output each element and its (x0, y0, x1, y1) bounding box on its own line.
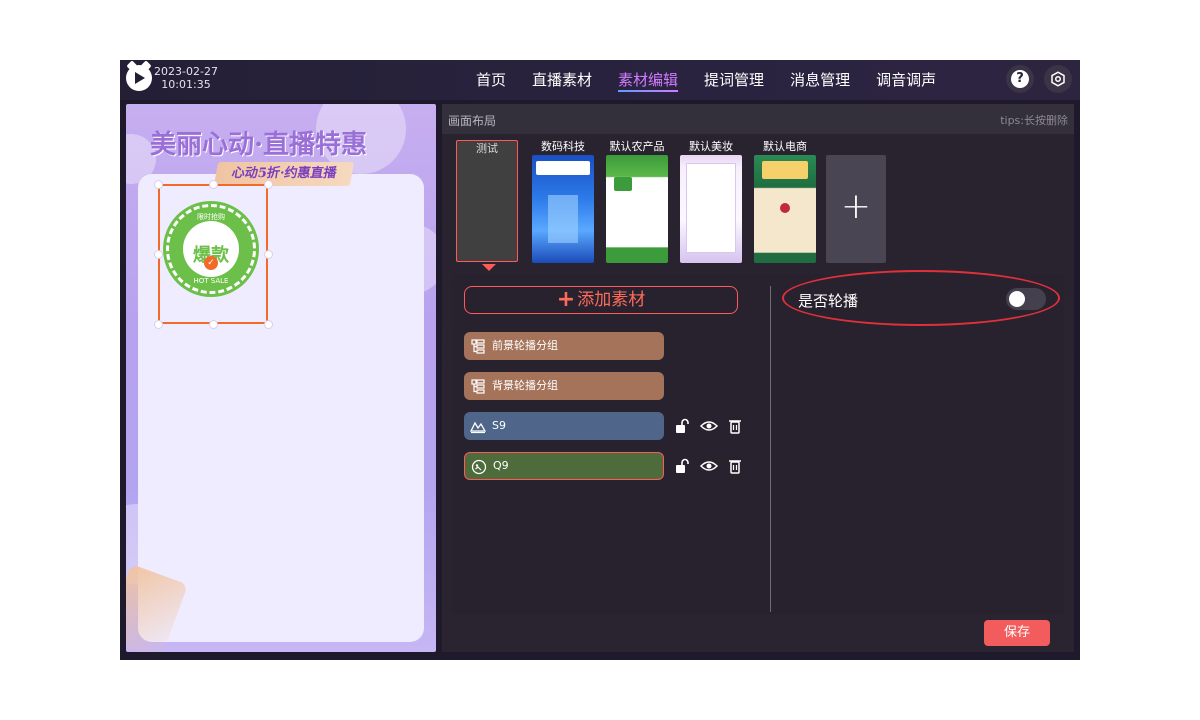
layout-name: 默认农产品 (609, 140, 665, 153)
unlock-icon[interactable] (672, 458, 694, 474)
live-preview: 美丽心动·直播特惠 心动5折·约惠直播 限时抢购 爆款 ✓ HOT SALE (126, 104, 436, 652)
layer-background-group[interactable]: 背景轮播分组 (464, 372, 664, 400)
resize-handle[interactable] (264, 250, 273, 259)
resize-handle[interactable] (209, 320, 218, 329)
settings-icon (1051, 71, 1065, 87)
save-button[interactable]: 保存 (984, 620, 1050, 646)
panel-header: 画面布局 tips:长按删除 (442, 104, 1074, 134)
layout-item-digital[interactable]: 数码科技 (532, 140, 594, 263)
add-material-button[interactable]: + 添加素材 (464, 286, 738, 314)
delete-icon[interactable] (724, 418, 746, 434)
column-divider (770, 286, 771, 612)
layer-foreground-group[interactable]: 前景轮播分组 (464, 332, 664, 360)
layer-q9[interactable]: Q9 (464, 452, 664, 480)
material-layers: + 添加素材 前景轮播分组 背景轮播分组 S9 Q9 (452, 274, 770, 614)
layout-item-ecommerce[interactable]: 默认电商 (754, 140, 816, 263)
image-icon (470, 421, 486, 434)
group-icon (471, 379, 485, 394)
resize-handle[interactable] (154, 320, 163, 329)
date-text: 2023-02-27 (154, 65, 218, 78)
sticker-icon (471, 459, 487, 475)
layout-item-farm[interactable]: 默认农产品 (606, 140, 668, 263)
carousel-label: 是否轮播 (798, 292, 859, 310)
nav-live-material[interactable]: 直播素材 (532, 60, 592, 100)
delete-icon[interactable] (724, 458, 746, 474)
resize-handle[interactable] (264, 320, 273, 329)
plus-icon: + (556, 287, 576, 312)
layer-label: S9 (492, 419, 506, 432)
main-nav: 首页 直播素材 素材编辑 提词管理 消息管理 调音调声 (476, 60, 962, 100)
nav-material-edit[interactable]: 素材编辑 (618, 60, 679, 100)
layout-thumb (456, 140, 518, 262)
layout-panel: 画面布局 tips:长按删除 测试 数码科技 默认农产品 默认美妆 默认电商 +… (442, 104, 1074, 652)
layout-thumb (680, 155, 742, 263)
layer-label: Q9 (493, 459, 509, 472)
layer-label: 背景轮播分组 (492, 379, 558, 392)
selected-caret-icon (482, 264, 496, 271)
nav-audio[interactable]: 调音调声 (876, 60, 936, 100)
question-icon: ? (1011, 70, 1029, 88)
resize-handle[interactable] (209, 180, 218, 189)
layout-thumb (754, 155, 816, 263)
nav-messages[interactable]: 消息管理 (790, 60, 850, 100)
unlock-icon[interactable] (672, 418, 694, 434)
top-bar: 2023-02-27 10:01:35 首页 直播素材 素材编辑 提词管理 消息… (120, 60, 1080, 100)
layer-s9-tools (672, 412, 750, 440)
hot-sale-badge[interactable]: 限时抢购 爆款 ✓ HOT SALE (166, 204, 256, 294)
resize-handle[interactable] (154, 250, 163, 259)
carousel-settings: 是否轮播 (782, 270, 1064, 334)
tips-text: tips:长按删除 (1000, 114, 1068, 127)
layout-thumb (532, 155, 594, 263)
banner-subtitle: 心动5折·约惠直播 (213, 162, 355, 186)
app-logo-icon (126, 65, 152, 91)
carousel-toggle[interactable] (1006, 288, 1046, 310)
eye-icon[interactable] (698, 458, 720, 474)
layout-thumb (606, 155, 668, 263)
badge-bottom-text: HOT SALE (193, 277, 229, 285)
layer-q9-tools (672, 452, 750, 480)
time-text: 10:01:35 (161, 78, 211, 91)
layout-name: 默认电商 (763, 140, 807, 153)
eye-icon[interactable] (698, 418, 720, 434)
layout-item-beauty[interactable]: 默认美妆 (680, 140, 742, 263)
layout-name: 默认美妆 (689, 140, 733, 153)
layout-name: 数码科技 (541, 140, 585, 153)
toggle-knob (1009, 291, 1025, 307)
layout-name: 测试 (476, 142, 498, 155)
resize-handle[interactable] (154, 180, 163, 189)
banner-title: 美丽心动·直播特惠 (150, 130, 368, 160)
help-button[interactable]: ? (1006, 65, 1034, 93)
app-window: 2023-02-27 10:01:35 首页 直播素材 素材编辑 提词管理 消息… (120, 60, 1080, 660)
add-material-label: 添加素材 (577, 290, 646, 310)
resize-handle[interactable] (264, 180, 273, 189)
layer-label: 前景轮播分组 (492, 339, 558, 352)
panel-title: 画面布局 (448, 114, 497, 128)
nav-prompter[interactable]: 提词管理 (704, 60, 764, 100)
layer-s9[interactable]: S9 (464, 412, 664, 440)
group-icon (471, 339, 485, 354)
check-icon: ✓ (204, 256, 218, 270)
plus-icon: + (840, 186, 872, 227)
add-layout-button[interactable]: + (826, 155, 886, 263)
material-editor: + 添加素材 前景轮播分组 背景轮播分组 S9 Q9 是否轮播 (452, 270, 1064, 614)
datetime: 2023-02-27 10:01:35 (154, 65, 218, 91)
settings-button[interactable] (1044, 65, 1072, 93)
nav-home[interactable]: 首页 (476, 60, 506, 100)
